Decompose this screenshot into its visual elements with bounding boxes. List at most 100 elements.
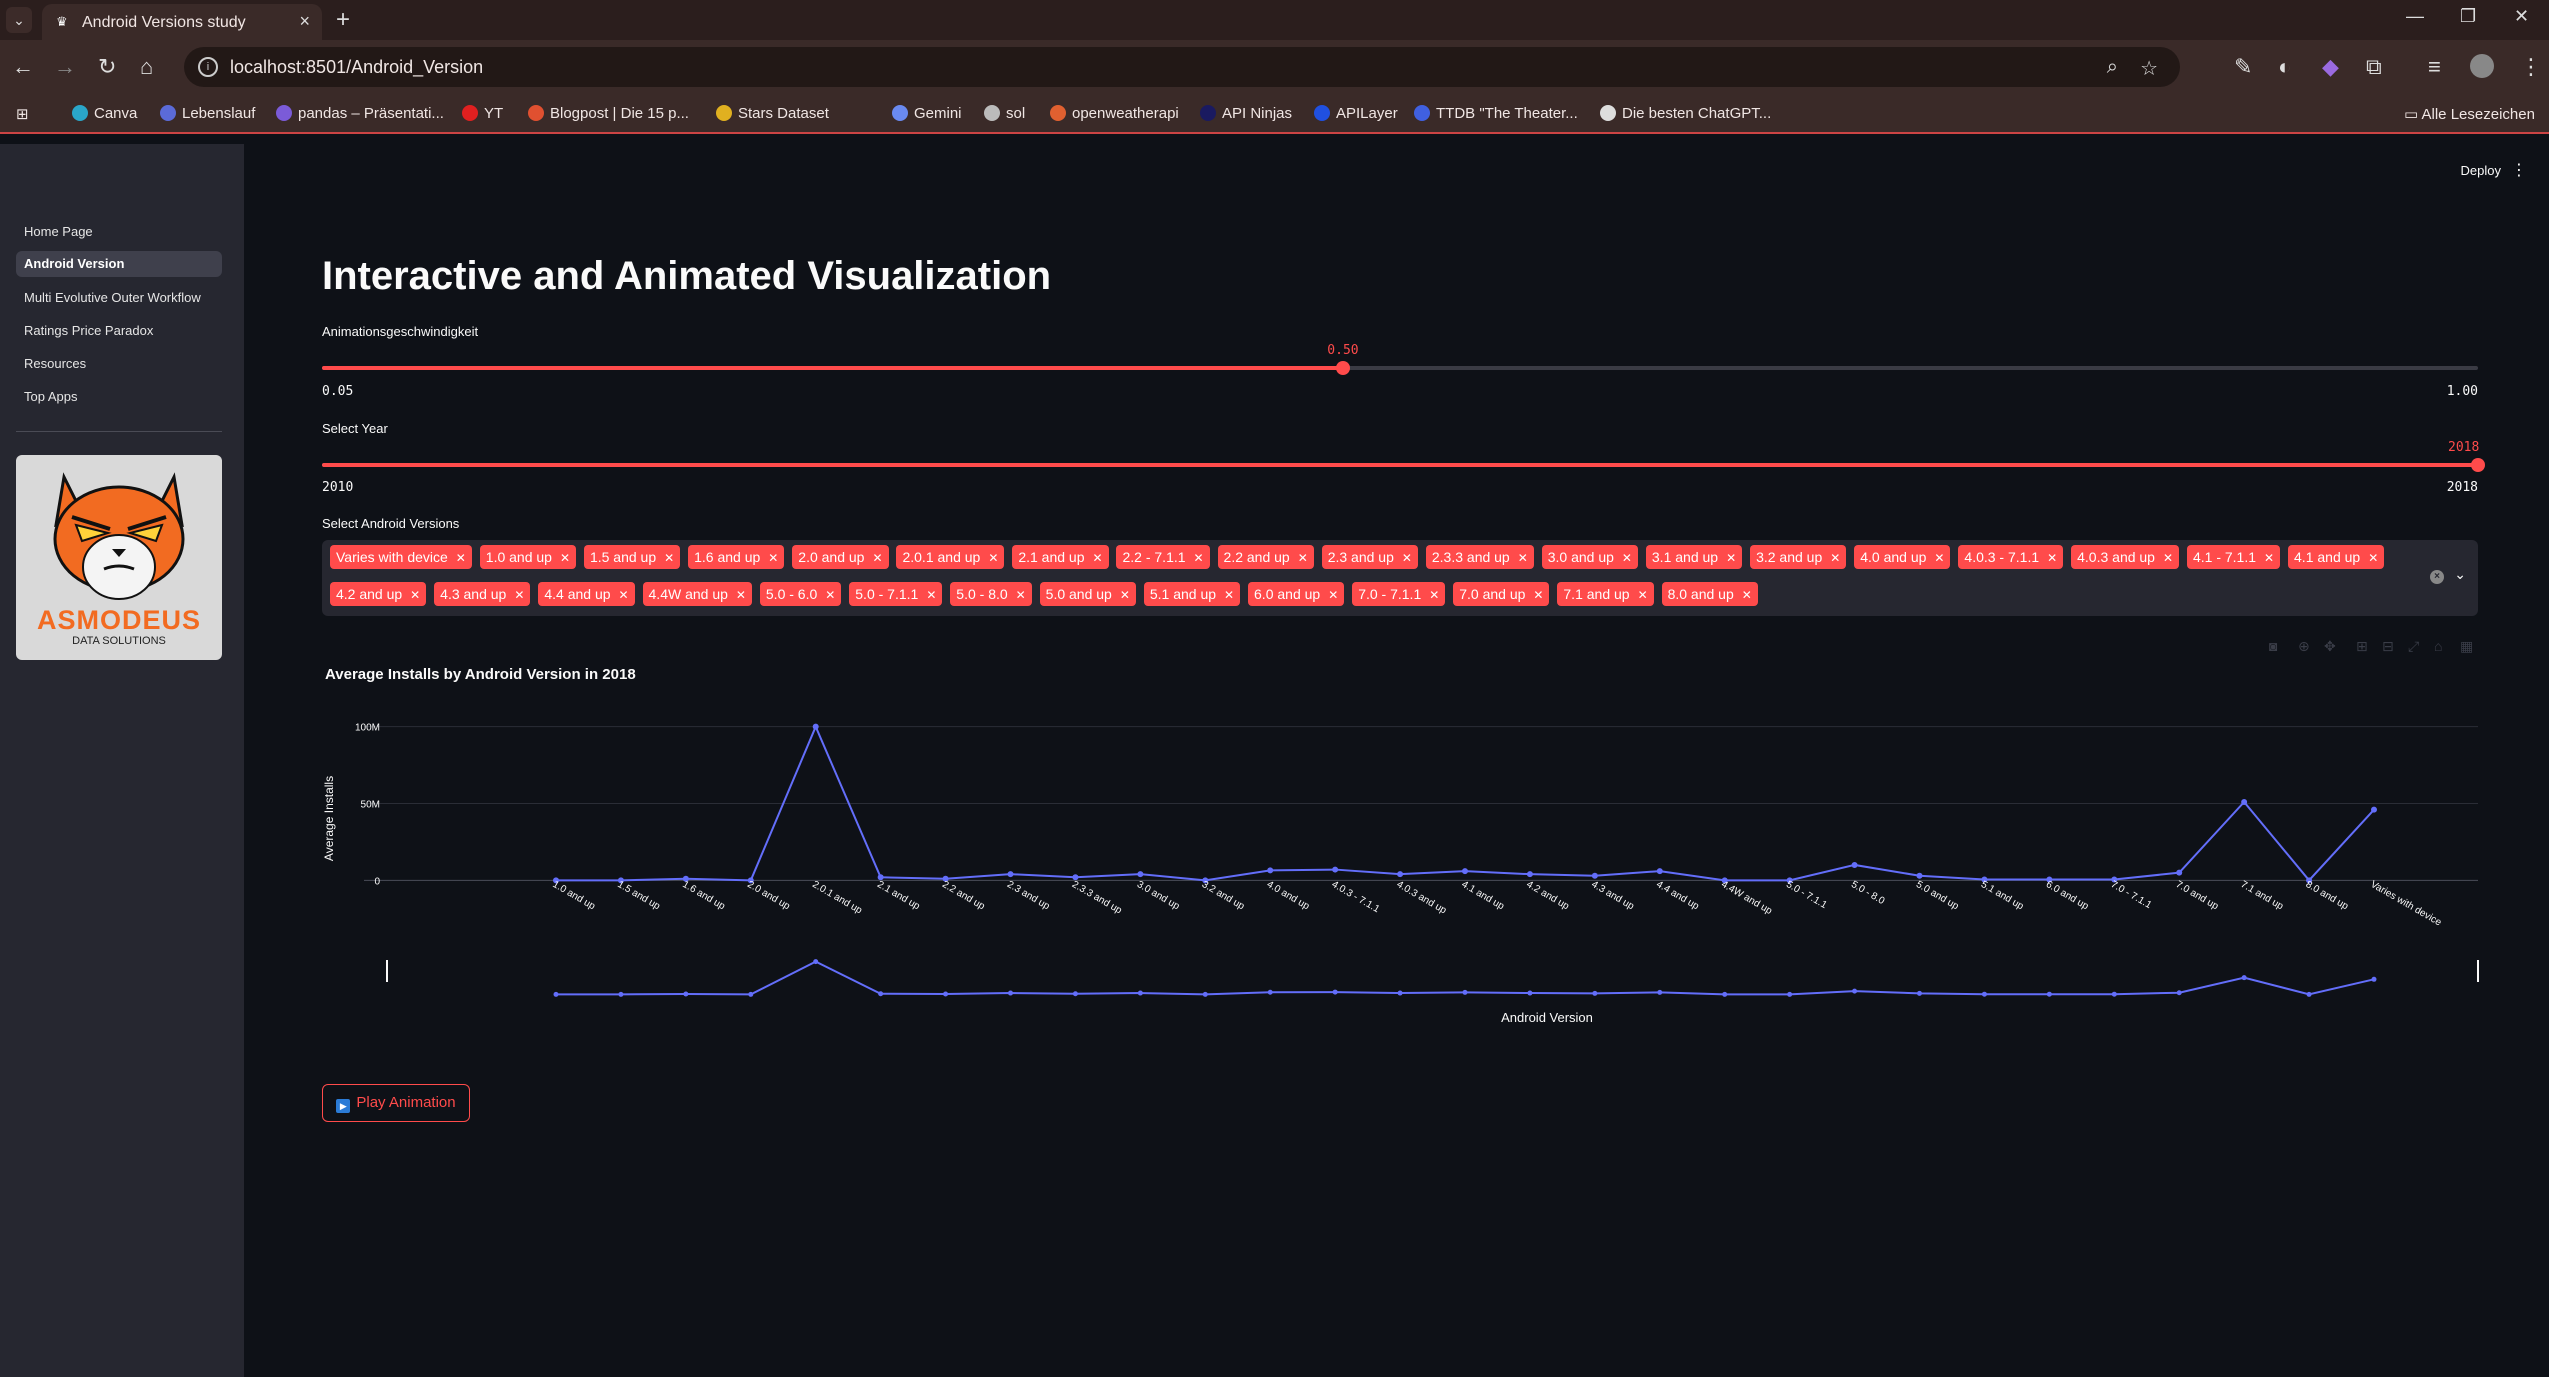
- line-chart[interactable]: 0 50M 100M Average Installs 1.0 and up 1.5 an…: [244, 144, 2549, 1044]
- y-tick-label: 100M: [355, 723, 380, 734]
- browser-menu-icon[interactable]: ⋮: [2520, 54, 2542, 80]
- restore-icon[interactable]: ❐: [2460, 6, 2476, 27]
- new-tab-button[interactable]: +: [336, 6, 350, 34]
- bookmark-star-icon[interactable]: ☆: [2140, 56, 2158, 81]
- x-tick-label: 5.1 and up: [1979, 879, 2026, 912]
- pen-extension-icon[interactable]: ✎: [2234, 54, 2252, 80]
- wordpress-icon: [1600, 105, 1616, 121]
- bookmark-lebenslauf[interactable]: Lebenslauf: [160, 105, 255, 122]
- data-point[interactable]: [1591, 872, 1598, 879]
- bookmark-gemini[interactable]: Gemini: [892, 105, 962, 122]
- data-point[interactable]: [1332, 866, 1339, 873]
- back-icon[interactable]: ←: [12, 54, 34, 80]
- data-point[interactable]: [1526, 871, 1533, 878]
- streamlit-favicon-icon: ♛: [56, 14, 68, 29]
- data-point[interactable]: [1007, 871, 1014, 878]
- minimize-icon[interactable]: —: [2406, 6, 2424, 27]
- bookmark-canva[interactable]: Canva: [72, 105, 137, 122]
- bookmark-pandas[interactable]: pandas – Präsentati...: [276, 105, 444, 122]
- sidebar-item-ratings-price-paradox[interactable]: Ratings Price Paradox: [16, 318, 222, 344]
- x-tick-label: 7.0 and up: [2174, 879, 2221, 912]
- rangeslider-point: [1917, 990, 1922, 996]
- apps-grid-icon[interactable]: ⊞: [16, 105, 29, 123]
- x-tick-label: 3.2 and up: [1200, 879, 1247, 912]
- bookmark-sol[interactable]: sol: [984, 105, 1025, 122]
- x-tick-label: 1.5 and up: [615, 879, 662, 912]
- data-point[interactable]: [1462, 868, 1468, 875]
- data-point[interactable]: [1851, 861, 1858, 868]
- data-point[interactable]: [1137, 871, 1144, 878]
- sidebar-item-resources[interactable]: Resources: [16, 351, 222, 377]
- sidebar-item-home-page[interactable]: Home Page: [16, 219, 222, 245]
- bookmark-openweatherapi[interactable]: openweatherapi: [1050, 105, 1179, 122]
- x-tick-label: 4.2 and up: [1524, 879, 1571, 912]
- sidebar-divider: [16, 431, 222, 432]
- rangeslider-point: [813, 959, 819, 965]
- bookmark-blogpost[interactable]: Blogpost | Die 15 p...: [528, 105, 689, 122]
- profile-avatar-icon[interactable]: [2470, 54, 2494, 78]
- browser-tab[interactable]: ♛ Android Versions study ×: [42, 4, 322, 40]
- sidebar-item-top-apps[interactable]: Top Apps: [16, 384, 222, 410]
- kaggle-icon: [716, 105, 732, 121]
- rangeslider-point: [1267, 989, 1273, 995]
- rangeslider-point: [1072, 991, 1078, 997]
- data-point[interactable]: [1397, 871, 1404, 878]
- data-point[interactable]: [2176, 869, 2183, 876]
- reload-icon[interactable]: ↻: [98, 54, 116, 80]
- data-point[interactable]: [1916, 872, 1923, 879]
- puzzle-extensions-icon[interactable]: ⧉: [2366, 54, 2382, 80]
- data-point[interactable]: [812, 723, 819, 730]
- forward-icon[interactable]: →: [54, 54, 76, 80]
- extension-icon[interactable]: ◆: [2322, 54, 2339, 80]
- address-bar-row: ← → ↻ ⌂ i localhost:8501/Android_Version…: [0, 40, 2549, 94]
- data-point[interactable]: [2241, 798, 2248, 805]
- data-point[interactable]: [1656, 868, 1663, 875]
- rangeslider-point: [2371, 976, 2377, 982]
- x-tick-label: 5.0 - 7.1.1: [1784, 879, 1829, 911]
- x-tick-label: 5.0 - 8.0: [1849, 879, 1887, 907]
- site-info-icon[interactable]: i: [198, 57, 218, 77]
- url-field[interactable]: i localhost:8501/Android_Version ⌕ ☆: [184, 47, 2180, 87]
- sidebar-item-multi-evolutive-outer-workflow[interactable]: Multi Evolutive Outer Workflow: [16, 285, 222, 311]
- rangeslider-point: [1397, 990, 1403, 996]
- bookmark-chatgpt[interactable]: Die besten ChatGPT...: [1600, 105, 1771, 122]
- rangeslider-point: [618, 991, 624, 997]
- home-icon[interactable]: ⌂: [140, 54, 153, 80]
- data-point[interactable]: [1267, 867, 1274, 874]
- rangeslider-point: [1657, 989, 1663, 995]
- rangeslider-point: [1462, 989, 1468, 995]
- x-tick-label: 2.2 and up: [940, 879, 987, 912]
- blog-icon: [528, 105, 544, 121]
- x-tick-label: Varies with device: [2369, 879, 2444, 929]
- sidebar: Home Page Android Version Multi Evolutiv…: [0, 144, 244, 1377]
- bookmark-api-ninjas[interactable]: API Ninjas: [1200, 105, 1292, 122]
- bookmark-apilayer[interactable]: APILayer: [1314, 105, 1398, 122]
- media-controls-icon[interactable]: ≡: [2428, 54, 2441, 80]
- youtube-icon: [462, 105, 478, 121]
- y-tick-label: 50M: [361, 800, 380, 811]
- x-tick-label: 2.0 and up: [745, 879, 792, 912]
- close-tab-icon[interactable]: ×: [299, 11, 310, 32]
- play-animation-button[interactable]: ▶ Play Animation: [322, 1084, 470, 1122]
- x-tick-label: 4.0 and up: [1265, 879, 1312, 912]
- bookmarks-bar: ⊞ Canva Lebenslauf pandas – Präsentati..…: [0, 94, 2549, 134]
- data-point[interactable]: [2371, 806, 2377, 813]
- x-tick-label: 2.3.3 and up: [1070, 879, 1124, 917]
- close-window-icon[interactable]: ✕: [2514, 6, 2529, 27]
- rangeslider-point: [2306, 991, 2312, 997]
- bookmark-ttdb[interactable]: TTDB "The Theater...: [1414, 105, 1578, 122]
- bookmark-stars-dataset[interactable]: Stars Dataset: [716, 105, 829, 122]
- rangeslider-point: [1592, 990, 1598, 996]
- x-tick-label: 6.0 and up: [2044, 879, 2091, 912]
- logo-brand-text: ASMODEUS: [36, 605, 201, 635]
- rangeslider-point: [2176, 990, 2182, 996]
- x-tick-label: 4.0.3 and up: [1395, 879, 1449, 917]
- rangeslider-point: [1137, 990, 1143, 996]
- dark-mode-extension-icon[interactable]: ◐: [2278, 54, 2291, 80]
- sidebar-item-android-version[interactable]: Android Version: [16, 251, 222, 277]
- all-bookmarks[interactable]: ▭ Alle Lesezeichen: [2404, 105, 2535, 123]
- bookmark-yt[interactable]: YT: [462, 105, 503, 122]
- tab-search-icon[interactable]: ⌄: [6, 7, 32, 33]
- rangeslider-point: [1852, 988, 1858, 994]
- zoom-icon[interactable]: ⌕: [2107, 56, 2118, 79]
